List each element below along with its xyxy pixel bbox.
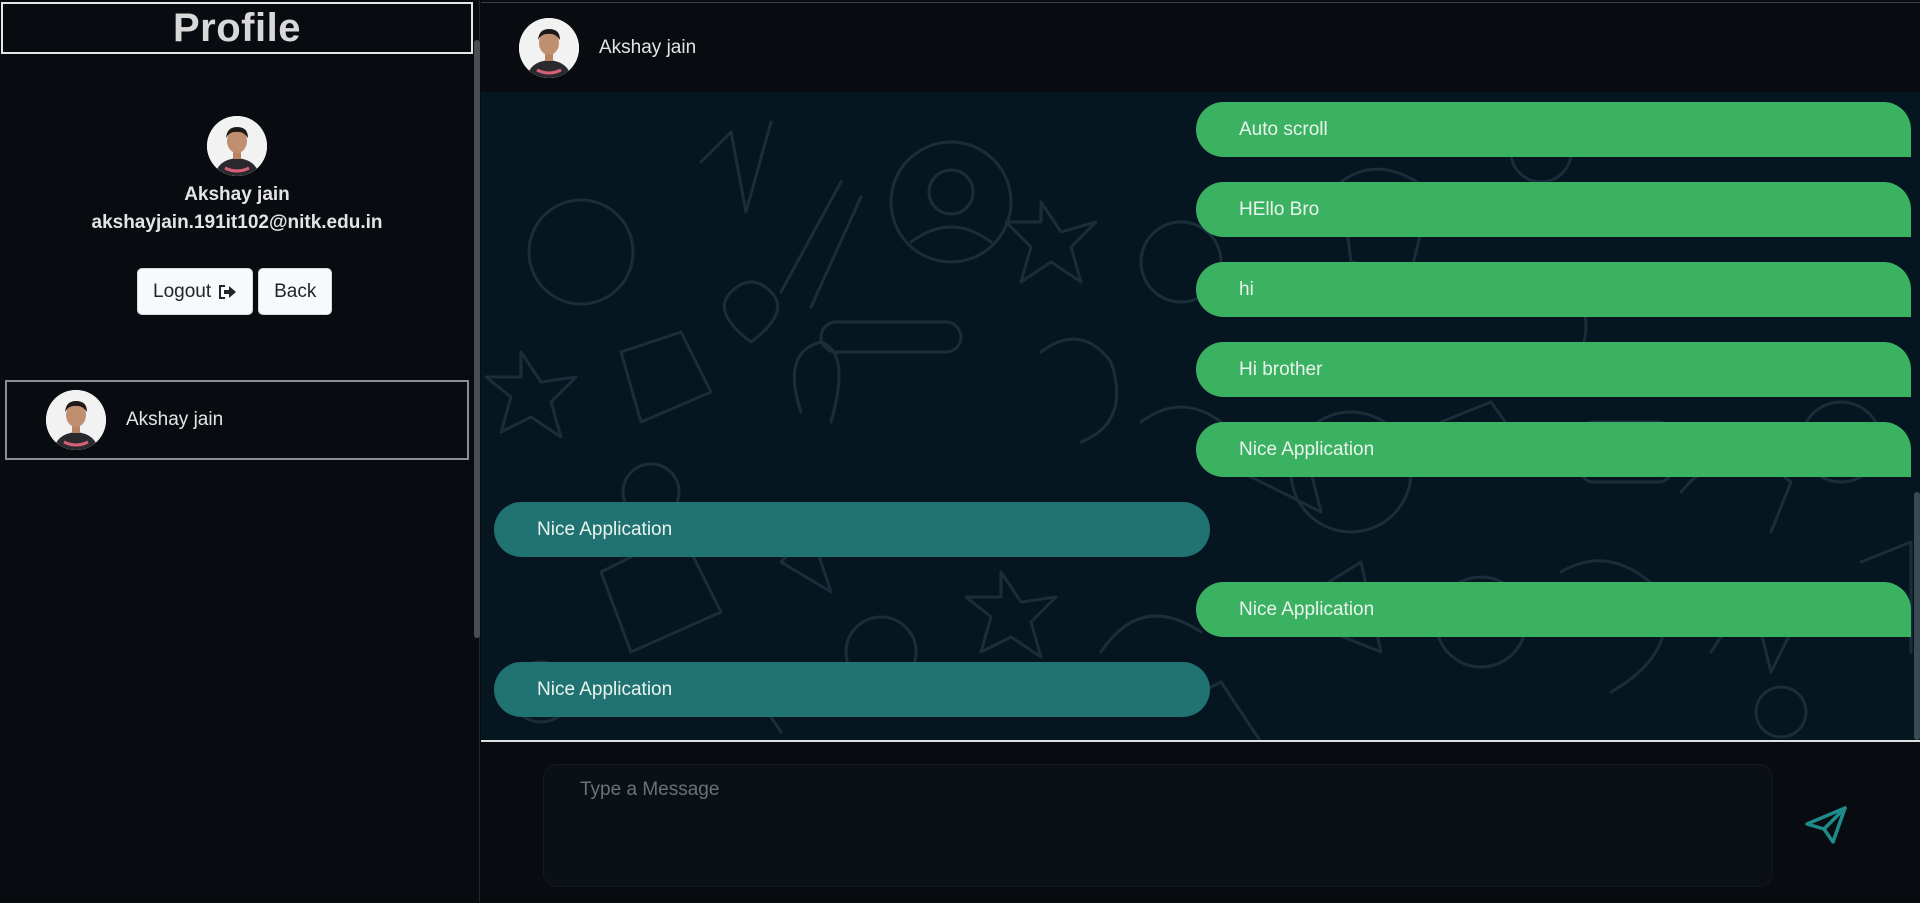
logout-label: Logout — [153, 280, 212, 302]
contact-list-item[interactable]: Akshay jain — [5, 380, 469, 460]
message-bubble-sent: Auto scroll — [1196, 102, 1911, 157]
message-bubble-sent: Hi brother — [1196, 342, 1911, 397]
message-text: Hi brother — [1239, 358, 1323, 380]
chat-panel: Akshay jain Auto scroll HEllo Bro hi Hi … — [481, 0, 1920, 903]
contact-name: Akshay jain — [126, 409, 224, 430]
message-input[interactable] — [543, 764, 1773, 887]
message-list[interactable]: Auto scroll HEllo Bro hi Hi brother Nice… — [481, 92, 1920, 742]
message-bubble-sent: Nice Application — [1196, 582, 1911, 637]
paper-plane-icon — [1805, 806, 1847, 844]
profile-email: akshayjain.191it102@nitk.edu.in — [91, 212, 383, 233]
back-button[interactable]: Back — [258, 268, 333, 315]
profile-avatar — [207, 116, 267, 176]
profile-actions: Logout Back — [137, 268, 333, 315]
message-text: Nice Application — [537, 678, 673, 700]
message-scrollbar[interactable] — [1914, 492, 1920, 740]
message-bubble-received: Nice Application — [494, 662, 1210, 717]
message-bubble-received: Nice Application — [494, 502, 1210, 557]
sidebar-title: Profile — [173, 5, 301, 50]
profile-name: Akshay jain — [184, 184, 290, 205]
sidebar-header: Profile — [1, 2, 473, 54]
sidebar-scrollbar[interactable] — [474, 40, 480, 638]
logout-button[interactable]: Logout — [137, 268, 254, 315]
message-text: Auto scroll — [1239, 118, 1328, 140]
chat-avatar — [519, 17, 579, 78]
app-window: Profile Akshay jain akshayjain.191it102@… — [0, 0, 1920, 903]
message-bubble-sent: Nice Application — [1196, 422, 1911, 477]
sign-out-icon — [217, 283, 237, 301]
profile-card: Akshay jain akshayjain.191it102@nitk.edu… — [0, 116, 474, 234]
message-text: Nice Application — [1239, 598, 1375, 620]
message-text: Nice Application — [537, 518, 673, 540]
message-text: Nice Application — [1239, 438, 1375, 460]
chat-header: Akshay jain — [481, 2, 1920, 92]
contact-avatar — [46, 390, 106, 450]
message-text: HEllo Bro — [1239, 198, 1320, 220]
message-bubble-sent: hi — [1196, 262, 1911, 317]
back-label: Back — [274, 280, 317, 302]
send-button[interactable] — [1803, 802, 1849, 848]
chat-contact-name: Akshay jain — [599, 36, 697, 58]
message-composer — [481, 744, 1920, 903]
sidebar: Profile Akshay jain akshayjain.191it102@… — [0, 0, 480, 903]
message-bubble-sent: HEllo Bro — [1196, 182, 1911, 237]
message-text: hi — [1239, 278, 1254, 300]
